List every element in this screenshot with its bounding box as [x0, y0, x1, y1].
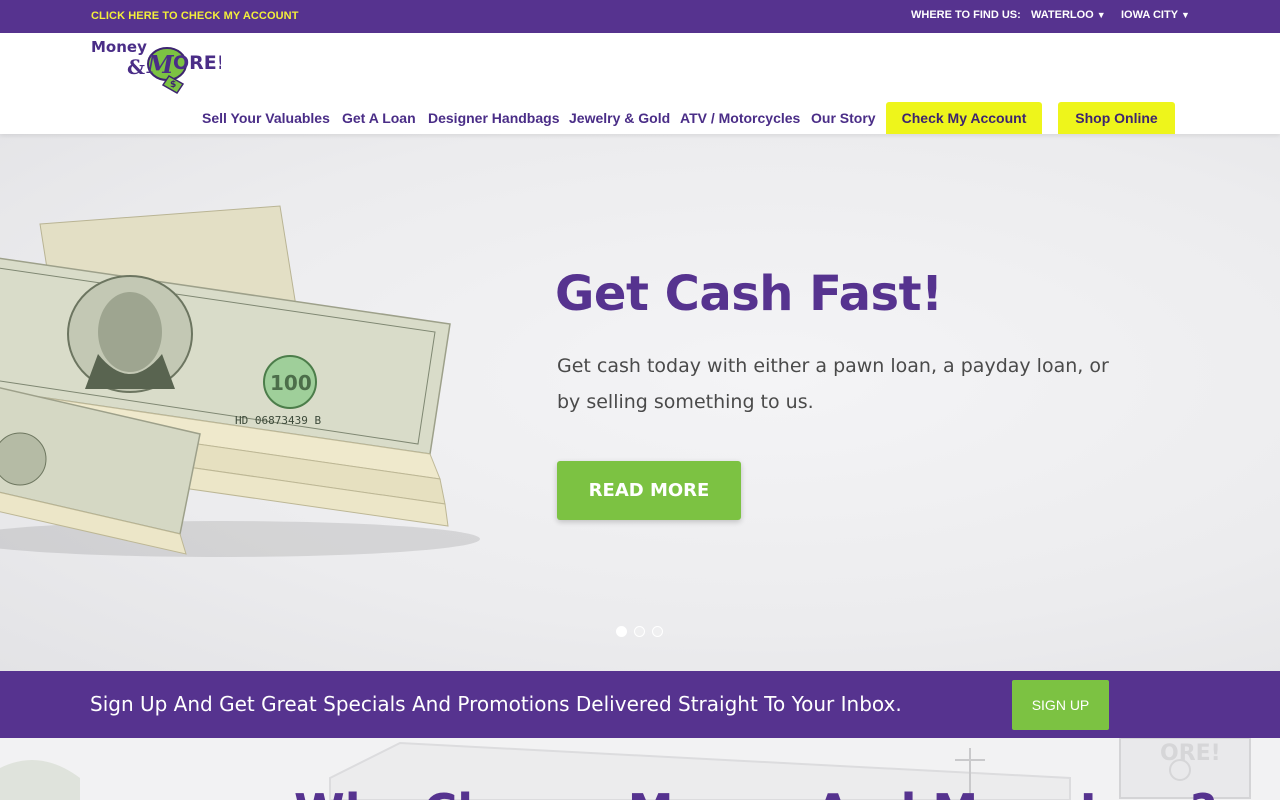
slider-dot-2[interactable]	[634, 626, 645, 637]
why-choose-heading: Why Choose Money And More Inc. ?	[294, 784, 1217, 800]
check-account-link[interactable]: CLICK HERE TO CHECK MY ACCOUNT	[91, 10, 299, 22]
slider-dot-3[interactable]	[652, 626, 663, 637]
hero-title: Get Cash Fast!	[555, 266, 943, 322]
location-label: IOWA CITY	[1121, 9, 1179, 21]
find-us-label: WHERE TO FIND US:	[911, 9, 1021, 21]
bill-denomination: 100	[270, 371, 312, 395]
caret-down-icon: ▼	[1096, 10, 1106, 20]
cash-stack-image: 100 HD 06873439 B	[0, 205, 480, 557]
location-waterloo-dropdown[interactable]: WATERLOO ▼	[1031, 9, 1106, 21]
slider-dot-1[interactable]	[616, 626, 627, 637]
nav-get-a-loan[interactable]: Get A Loan	[342, 110, 416, 126]
nav-designer-handbags[interactable]: Designer Handbags	[428, 110, 559, 126]
nav-atv-motorcycles[interactable]: ATV / Motorcycles	[680, 110, 800, 126]
nav-sell-your-valuables[interactable]: Sell Your Valuables	[202, 110, 330, 126]
bill-serial: HD 06873439 B	[235, 414, 321, 427]
why-choose-section: ORE! Why Choose Money And More Inc. ?	[0, 738, 1280, 800]
check-my-account-button[interactable]: Check My Account	[886, 102, 1042, 134]
newsletter-signup-bar: Sign Up And Get Great Specials And Promo…	[0, 671, 1280, 738]
top-bar: CLICK HERE TO CHECK MY ACCOUNT WHERE TO …	[0, 0, 1280, 33]
site-header: Money & M ORE! $ Sell Your Valuables Get…	[0, 33, 1280, 134]
signup-text: Sign Up And Get Great Specials And Promo…	[90, 692, 902, 716]
read-more-button[interactable]: READ MORE	[557, 461, 741, 520]
sign-text: ORE!	[1160, 741, 1221, 766]
hero-slider: 100 HD 06873439 B Get Cash Fast! Get cas…	[0, 134, 1280, 671]
nav-our-story[interactable]: Our Story	[811, 110, 876, 126]
location-label: WATERLOO	[1031, 9, 1094, 21]
nav-jewelry-gold[interactable]: Jewelry & Gold	[569, 110, 670, 126]
caret-down-icon: ▼	[1181, 10, 1190, 20]
hero-subtitle: Get cash today with either a pawn loan, …	[557, 355, 1109, 413]
main-nav: Sell Your Valuables Get A Loan Designer …	[0, 33, 1280, 134]
location-iowa-city-dropdown[interactable]: IOWA CITY ▼	[1121, 9, 1190, 21]
sign-up-button[interactable]: SIGN UP	[1012, 680, 1109, 730]
shop-online-button[interactable]: Shop Online	[1058, 102, 1175, 134]
